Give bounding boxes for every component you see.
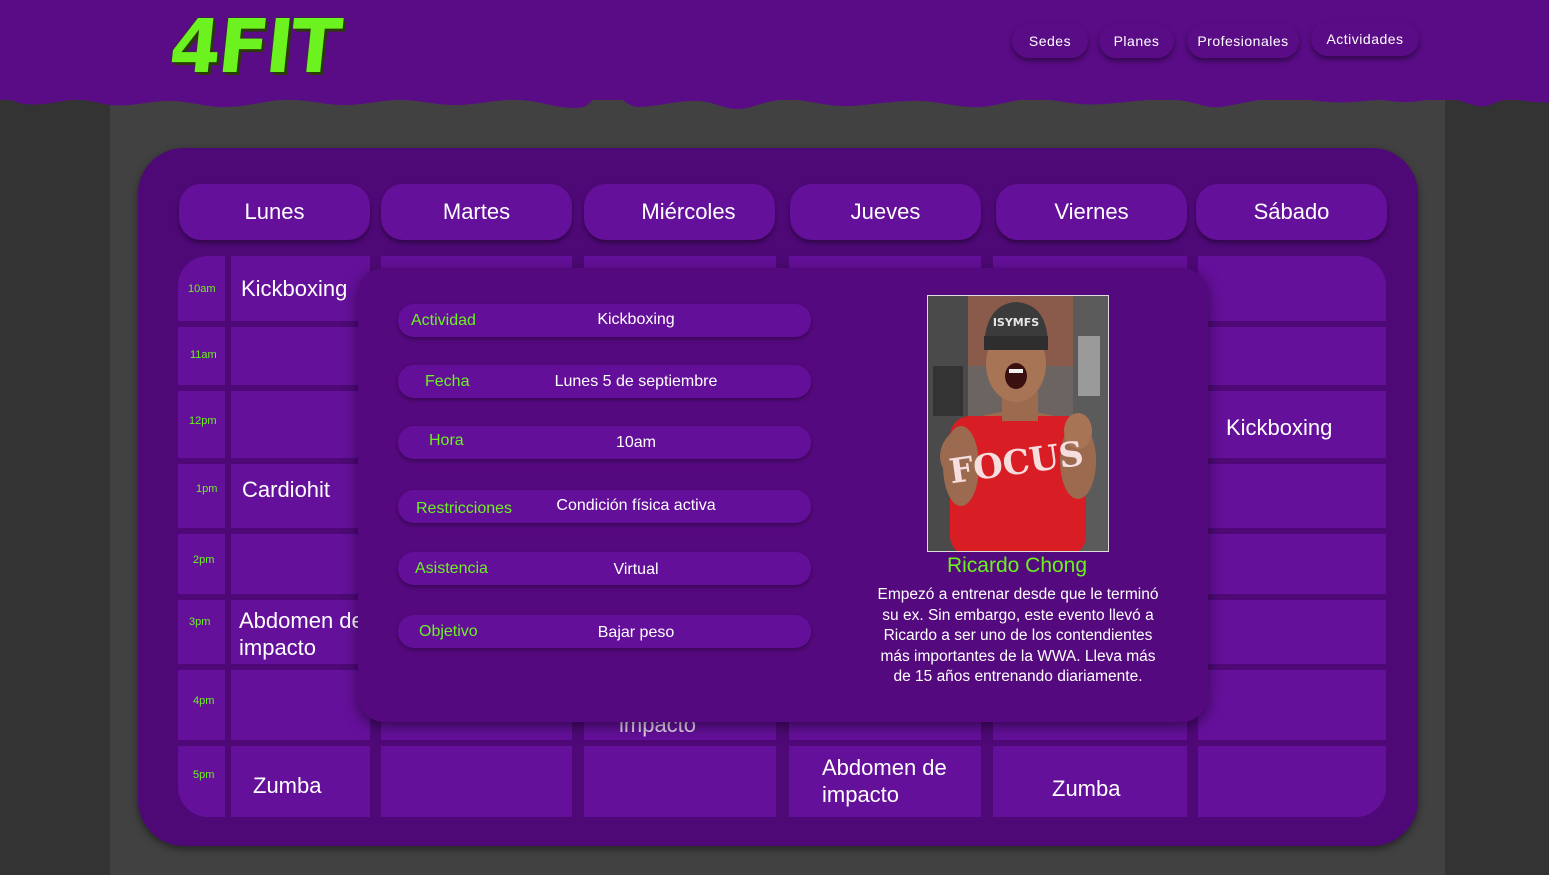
activity-abdomen-mon[interactable]: Abdomen de impacto [239,607,367,661]
coach-name: Ricardo Chong [946,554,1088,577]
detail-field-actividad: Actividad Kickboxing [398,304,811,337]
nav-actividades-button[interactable]: Actividades [1311,22,1419,56]
day-tab-lunes[interactable]: Lunes [179,184,370,240]
time-label: 4pm [193,695,215,707]
schedule-cell[interactable] [1198,746,1386,817]
activity-kickboxing-sat[interactable]: Kickboxing [1226,414,1332,441]
schedule-cell[interactable] [231,534,370,594]
schedule-cell[interactable] [381,746,572,817]
schedule-cell[interactable] [584,746,776,817]
field-value: Condición física activa [556,497,716,514]
detail-field-restricciones: Restricciones Condición física activa [398,490,811,523]
field-label: Asistencia [415,560,488,577]
coach-photo: ISYMFS FOCUS [927,295,1109,552]
time-label: 12pm [189,415,217,427]
detail-field-hora: Hora 10am [398,426,811,459]
field-label: Fecha [425,373,470,390]
detail-field-asistencia: Asistencia Virtual [398,552,811,585]
left-background [0,0,110,875]
day-tab-jueves[interactable]: Jueves [790,184,981,240]
schedule-cell[interactable] [1198,327,1386,385]
day-tab-viernes[interactable]: Viernes [996,184,1187,240]
time-label: 11am [190,349,217,361]
schedule-cell[interactable] [231,327,370,385]
nav-planes-button[interactable]: Planes [1099,24,1174,58]
time-label: 5pm [193,769,215,781]
time-slot [178,464,225,528]
coach-bio: Empezó a entrenar desde que le terminó s… [877,586,1159,685]
schedule-cell[interactable] [1198,464,1386,528]
schedule-cell[interactable] [1198,256,1386,321]
field-label: Hora [429,432,464,449]
field-label: Actividad [411,312,476,329]
activity-zumba-fri[interactable]: Zumba [1052,775,1120,802]
time-label: 3pm [189,616,211,628]
time-slot [178,600,225,664]
field-value: Virtual [613,561,659,578]
field-value: Lunes 5 de septiembre [554,373,718,390]
field-value: Bajar peso [597,624,675,641]
schedule-cell[interactable] [1198,534,1386,594]
brand-logo[interactable]: 4FIT [165,4,342,90]
nav-sedes-button[interactable]: Sedes [1012,24,1088,58]
activity-cardiohit-mon[interactable]: Cardiohit [242,476,330,503]
day-tab-sabado[interactable]: Sábado [1196,184,1387,240]
schedule-cell[interactable] [231,391,370,458]
activity-zumba-mon[interactable]: Zumba [253,772,321,799]
day-tab-miercoles[interactable]: Miércoles [584,184,775,240]
coach-cap-text: ISYMFS [993,316,1039,329]
time-label: 2pm [193,554,215,566]
field-label: Objetivo [419,623,478,640]
time-slot [178,746,225,817]
time-label: 10am [188,283,216,295]
field-label: Restricciones [416,500,513,517]
schedule-cell[interactable] [231,670,370,740]
day-tab-martes[interactable]: Martes [381,184,572,240]
activity-kickboxing-mon[interactable]: Kickboxing [241,275,347,302]
detail-field-fecha: Fecha Lunes 5 de septiembre [398,365,811,398]
detail-field-objetivo: Objetivo Bajar peso [398,615,811,648]
schedule-cell[interactable] [1198,600,1386,664]
field-value: 10am [615,434,657,451]
right-background [1445,0,1549,875]
time-label: 1pm [196,483,218,495]
activity-abdomen-thu[interactable]: Abdomen de impacto [822,754,962,808]
field-value: Kickboxing [597,311,675,328]
coach-photo-illustration: ISYMFS FOCUS [928,296,1108,551]
schedule-cell[interactable] [1198,670,1386,740]
nav-profesionales-button[interactable]: Profesionales [1187,24,1299,58]
